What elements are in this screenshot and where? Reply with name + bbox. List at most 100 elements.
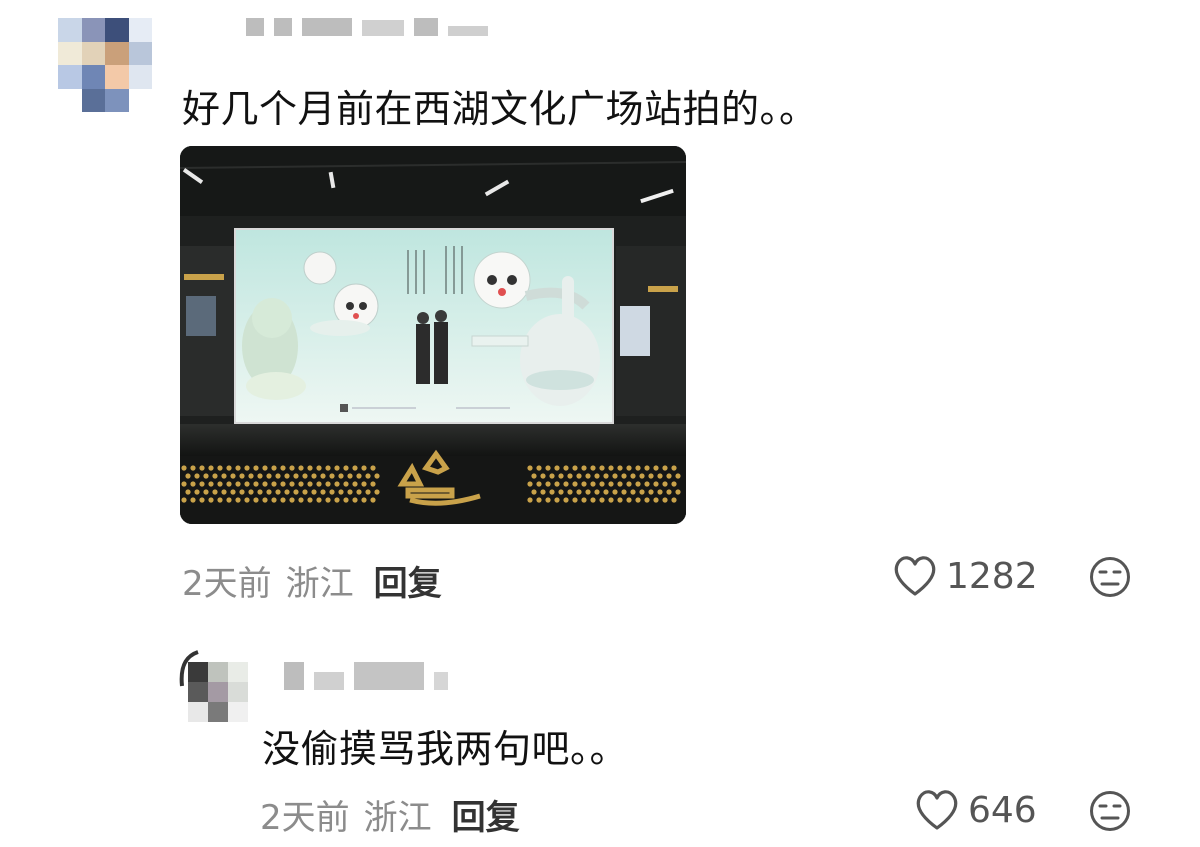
heart-icon [916,790,958,830]
barrier-dot [329,473,335,479]
barrier-dot [639,473,645,479]
barrier-dot [226,481,232,487]
barrier-dot [527,481,533,487]
barrier-dot [626,481,632,487]
barrier-dot [334,465,340,471]
barrier-dot [329,489,335,495]
barrier-dot [298,481,304,487]
reply-time: 2天前 [260,798,350,838]
avatar-pixel [58,65,82,89]
barrier-dot [338,473,344,479]
barrier-dot [599,465,605,471]
barrier-dot [370,497,376,503]
barrier-dot [316,497,322,503]
barrier-dot [343,465,349,471]
barrier-dot [221,473,227,479]
commenter-avatar[interactable] [58,18,152,112]
barrier-dot [217,481,223,487]
barrier-dot [199,465,205,471]
barrier-dot [284,489,290,495]
barrier-dot [316,481,322,487]
dislike-face-icon [1090,557,1130,597]
dislike-face-icon [1090,791,1130,831]
avatar-pixel [228,662,248,682]
barrier-dot [271,465,277,471]
barrier-dot [181,465,187,471]
barrier-dot [531,473,537,479]
barrier-dot [248,489,254,495]
barrier-dot [594,473,600,479]
barrier-dot [280,497,286,503]
barrier-dot [320,489,326,495]
barrier-dot [657,473,663,479]
barrier-dot [549,489,555,495]
barrier-dot [257,473,263,479]
barrier-dot [235,465,241,471]
barrier-dot [576,489,582,495]
barrier-dot [302,473,308,479]
barrier-dot [257,489,263,495]
barrier-dot [545,481,551,487]
barrier-dot [244,465,250,471]
commenter-name-blurred[interactable] [246,18,488,36]
barrier-dot [527,497,533,503]
reply-name-blurred[interactable] [284,662,448,690]
avatar-pixel [128,65,152,89]
barrier-dot [347,489,353,495]
barrier-dot [644,481,650,487]
barrier-dot [253,481,259,487]
barrier-dot [666,473,672,479]
barrier-dot [581,465,587,471]
barrier-dot [203,473,209,479]
reply-like-count: 646 [968,789,1037,831]
dislike-button[interactable] [1089,556,1131,602]
barrier-dot [370,465,376,471]
barrier-dot [190,465,196,471]
barrier-dot [338,489,344,495]
barrier-dot [325,481,331,487]
barrier-dot [262,465,268,471]
barrier-dot [365,489,371,495]
barrier-dot [554,497,560,503]
barrier-dot [190,481,196,487]
avatar-pixel [105,41,129,65]
like-button[interactable]: 1282 [892,554,1038,598]
barrier-dot [536,497,542,503]
barrier-dot [208,465,214,471]
barrier-dot [307,481,313,487]
avatar-pixel [81,18,105,42]
barrier-dot [630,489,636,495]
reply-dislike-button[interactable] [1089,790,1131,836]
barrier-dot [617,465,623,471]
barrier-dot [563,465,569,471]
barrier-dot [325,465,331,471]
reply-like-button[interactable]: 646 [914,788,1037,832]
barrier-dot [662,465,668,471]
avatar-pixel [128,88,152,112]
avatar-pixel [208,702,228,722]
avatar-pixel [58,41,82,65]
avatar-pixel [81,41,105,65]
barrier-dot [356,473,362,479]
barrier-dot [563,481,569,487]
reply-reply-button[interactable]: 回复 [452,798,520,838]
barrier-dot [194,473,200,479]
barrier-dot [293,473,299,479]
barrier-dot [527,465,533,471]
barrier-dot [567,473,573,479]
comment-photo[interactable] [180,146,686,524]
reply-button[interactable]: 回复 [374,564,442,604]
barrier-dot [653,481,659,487]
comment-time: 2天前 [182,564,272,604]
barrier-dot [199,481,205,487]
barrier-dot [608,465,614,471]
barrier-dot [621,489,627,495]
barrier-dot [230,489,236,495]
barrier-dot [603,473,609,479]
barrier-dot [675,489,681,495]
barrier-dot [226,497,232,503]
barrier-dot [185,473,191,479]
barrier-dot [352,497,358,503]
barrier-dot [545,497,551,503]
barrier-dot [644,497,650,503]
